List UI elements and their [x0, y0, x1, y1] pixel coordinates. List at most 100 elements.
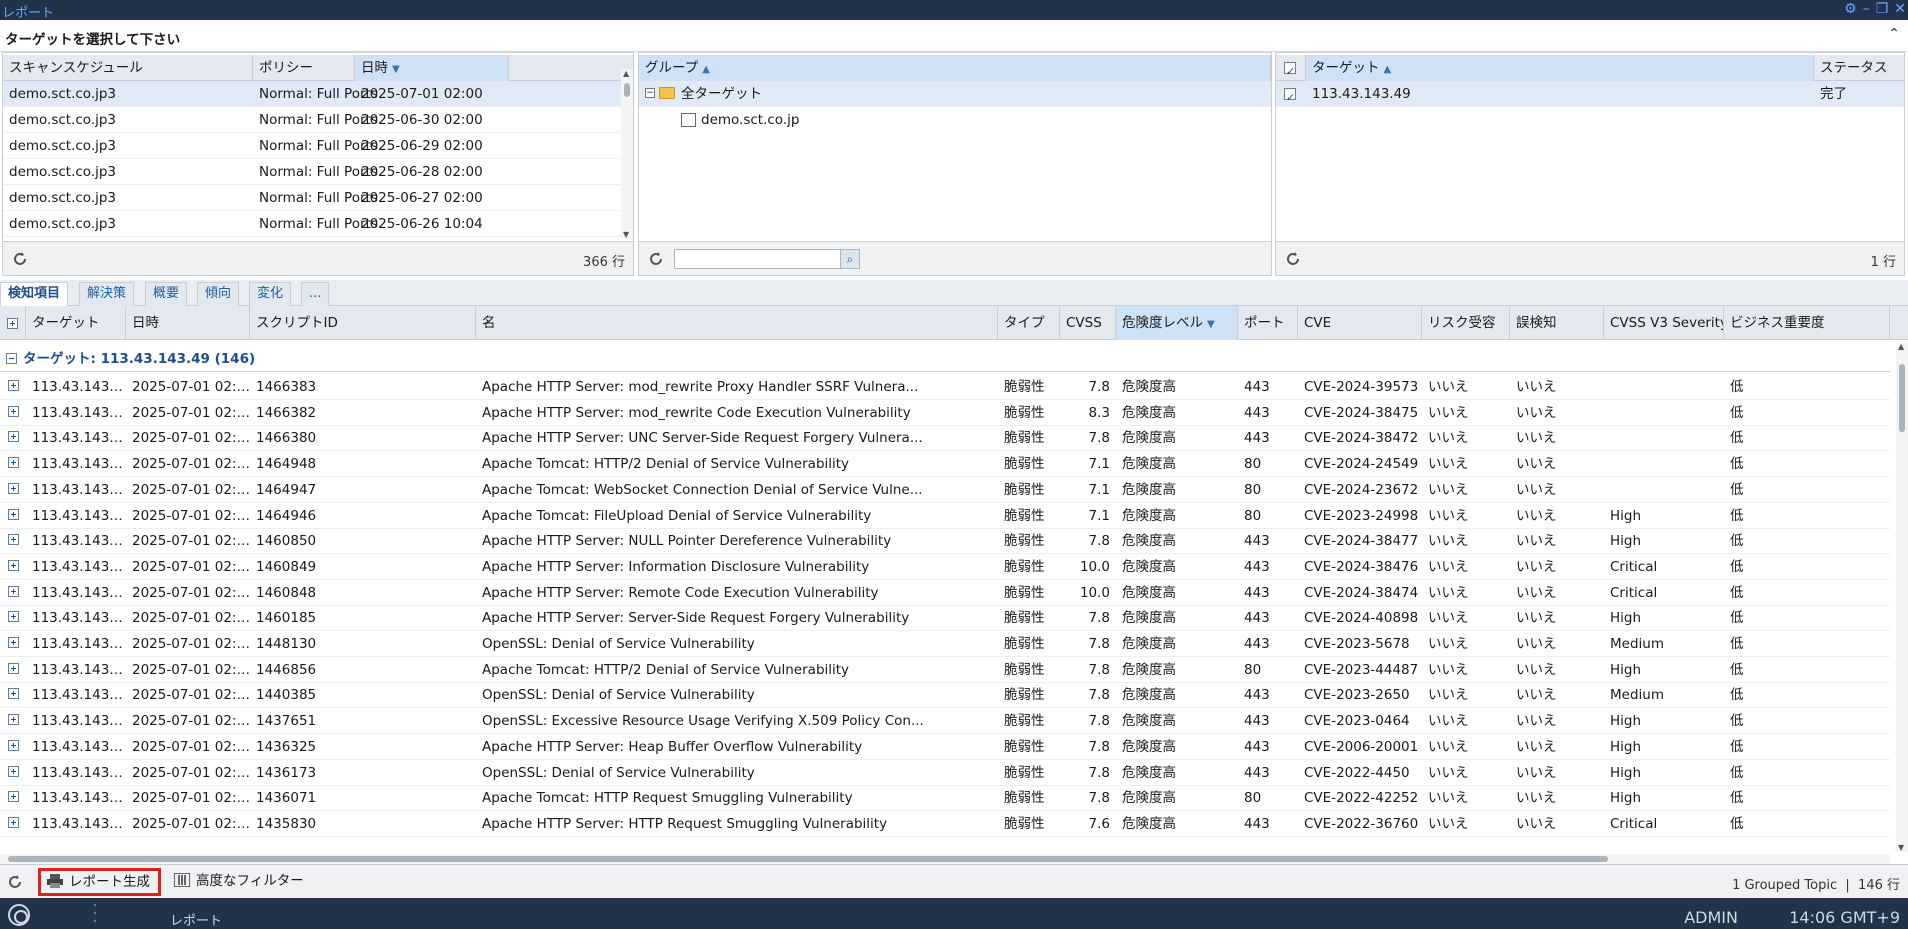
col-datetime[interactable]: 日時	[126, 306, 250, 340]
schedule-row[interactable]: demo.sct.co.jp3 Normal: Full Ports 2025-06…	[3, 159, 621, 185]
row-expand-icon[interactable]	[1, 785, 19, 811]
row-expand-icon[interactable]	[1, 503, 19, 529]
user-name[interactable]: ADMIN	[1684, 908, 1738, 927]
finding-row[interactable]: 113.43.143.49 2025-07-01 02:04 1464947 Apac…	[0, 477, 1890, 503]
row-expand-icon[interactable]	[1, 425, 19, 451]
schedule-row[interactable]: demo.sct.co.jp3 Normal: Full Ports 2025-07…	[3, 81, 621, 107]
schedule-row[interactable]: demo.sct.co.jp3 Normal: Full Ports 2025-06…	[3, 211, 621, 237]
group-collapse-icon[interactable]	[6, 353, 17, 364]
tab-summary[interactable]: 概要	[145, 282, 188, 306]
col-severity[interactable]: 危険度レベル ▼	[1116, 306, 1238, 340]
grid-scroll-thumb[interactable]	[1899, 364, 1905, 432]
scroll-down-icon[interactable]: ▼	[1898, 843, 1904, 852]
finding-row[interactable]: 113.43.143.49 2025-07-01 02:04 1436071 Apac…	[0, 785, 1890, 812]
finding-row[interactable]: 113.43.143.49 2025-07-01 02:04 1460849 Apac…	[0, 554, 1890, 580]
scroll-up-icon[interactable]: ▲	[1898, 342, 1904, 351]
refresh-icon[interactable]	[1284, 250, 1302, 268]
finding-row[interactable]: 113.43.143.49 2025-07-01 02:04 1466380 Apac…	[0, 425, 1890, 452]
finding-row[interactable]: 113.43.143.49 2025-07-01 02:04 1460850 Apac…	[0, 528, 1890, 555]
finding-row[interactable]: 113.43.143.49 2025-07-01 02:04 1436173 Open…	[0, 760, 1890, 786]
row-expand-icon[interactable]	[1, 605, 19, 631]
refresh-icon[interactable]	[6, 873, 24, 891]
col-false-positive[interactable]: 誤検知	[1510, 306, 1604, 340]
row-expand-icon[interactable]	[1, 631, 19, 657]
grid-hscrollbar[interactable]	[0, 854, 1890, 864]
minimize-icon[interactable]: –	[1863, 1, 1870, 17]
col-cvss[interactable]: CVSS	[1060, 306, 1116, 340]
row-expand-icon[interactable]	[1, 760, 19, 786]
col-schedule[interactable]: スキャンスケジュール	[3, 55, 253, 81]
row-expand-icon[interactable]	[1, 400, 19, 426]
finding-row[interactable]: 113.43.143.49 2025-07-01 02:04 1440385 Open…	[0, 682, 1890, 709]
finding-row[interactable]: 113.43.143.49 2025-07-01 02:04 1436325 Apac…	[0, 734, 1890, 760]
scroll-down-icon[interactable]: ▼	[623, 230, 629, 239]
current-module[interactable]: レポート	[170, 910, 222, 929]
row-expand-icon[interactable]	[1, 374, 19, 400]
schedule-row[interactable]: demo.sct.co.jp3 Normal: Full Ports 2025-06…	[3, 133, 621, 159]
tab-trends[interactable]: 傾向	[197, 282, 240, 306]
group-row[interactable]: ターゲット: 113.43.143.49 (146)	[0, 346, 1890, 372]
settings-icon[interactable]: ⚙	[1844, 1, 1857, 17]
tab-more[interactable]: ...	[301, 282, 330, 306]
row-expand-icon[interactable]	[1, 554, 19, 580]
row-expand-icon[interactable]	[1, 528, 19, 554]
row-expand-icon[interactable]	[1, 811, 19, 837]
advanced-filter-button[interactable]: 高度なフィルター	[168, 868, 312, 896]
finding-row[interactable]: 113.43.143.49 2025-07-01 02:04 1460848 Apac…	[0, 580, 1890, 606]
refresh-icon[interactable]	[11, 250, 29, 268]
col-datetime[interactable]: 日時 ▼	[355, 55, 509, 81]
row-expand-icon[interactable]	[1, 451, 19, 477]
finding-row[interactable]: 113.43.143.49 2025-07-01 02:04 1460185 Apac…	[0, 605, 1890, 632]
row-expand-icon[interactable]	[1, 734, 19, 760]
expand-all-icon[interactable]	[0, 306, 26, 340]
finding-row[interactable]: 113.43.143.49 2025-07-01 02:04 1437651 Open…	[0, 708, 1890, 735]
tab-changes[interactable]: 変化	[249, 282, 292, 306]
target-row-checkbox[interactable]	[1284, 81, 1296, 111]
col-target[interactable]: ターゲット	[26, 306, 126, 340]
grid-scrollbar[interactable]: ▲ ▼	[1896, 342, 1908, 852]
schedule-scrollbar[interactable]: ▲ ▼	[621, 69, 633, 239]
col-cvss3-severity[interactable]: CVSS V3 Severity	[1604, 306, 1724, 340]
col-status[interactable]: ステータス	[1814, 55, 1904, 81]
group-search-input[interactable]: ⌕	[674, 249, 860, 269]
more-vertical-icon[interactable]: · · ·	[92, 897, 98, 929]
col-group[interactable]: グループ ▲	[639, 55, 1271, 81]
search-icon[interactable]: ⌕	[840, 249, 860, 269]
col-type[interactable]: タイプ	[998, 306, 1060, 340]
col-port[interactable]: ポート	[1238, 306, 1298, 340]
group-root[interactable]: − 全ターゲット	[639, 81, 1271, 107]
row-expand-icon[interactable]	[1, 657, 19, 683]
col-target[interactable]: ターゲット ▲	[1306, 55, 1814, 81]
finding-row[interactable]: 113.43.143.49 2025-07-01 02:04 1446856 Apac…	[0, 657, 1890, 683]
tree-collapse-icon[interactable]: −	[645, 88, 655, 98]
row-expand-icon[interactable]	[1, 708, 19, 734]
schedule-row[interactable]: demo.sct.co.jp3 Normal: Full Ports 2025-06…	[3, 107, 621, 133]
col-cve[interactable]: CVE	[1298, 306, 1422, 340]
collapse-up-icon[interactable]: ⌃	[1888, 26, 1900, 42]
app-logo-icon[interactable]	[8, 904, 30, 926]
tab-solutions[interactable]: 解決策	[79, 282, 135, 306]
tab-findings[interactable]: 検知項目	[0, 282, 69, 306]
finding-row[interactable]: 113.43.143.49 2025-07-01 02:04 1448130 Open…	[0, 631, 1890, 657]
finding-row[interactable]: 113.43.143.49 2025-07-01 02:04 1464946 Apac…	[0, 503, 1890, 529]
finding-row[interactable]: 113.43.143.49 2025-07-01 02:04 1435830 Apac…	[0, 811, 1890, 837]
finding-row[interactable]: 113.43.143.49 2025-07-01 02:04 1466383 Apac…	[0, 374, 1890, 400]
row-expand-icon[interactable]	[1, 477, 19, 503]
col-name[interactable]: 名	[476, 306, 998, 340]
check-all-checkbox[interactable]	[1284, 59, 1296, 85]
restore-icon[interactable]: ❐	[1876, 1, 1889, 17]
generate-report-button[interactable]: レポート生成	[38, 868, 161, 896]
group-child[interactable]: demo.sct.co.jp	[639, 107, 1271, 133]
grid-hscroll-thumb[interactable]	[8, 856, 1608, 862]
close-icon[interactable]: ✕	[1894, 1, 1906, 17]
col-risk-accept[interactable]: リスク受容	[1422, 306, 1510, 340]
row-expand-icon[interactable]	[1, 682, 19, 708]
col-policy[interactable]: ポリシー	[253, 55, 355, 81]
col-business-priority[interactable]: ビジネス重要度	[1724, 306, 1890, 340]
schedule-scroll-thumb[interactable]	[624, 83, 630, 97]
scroll-up-icon[interactable]: ▲	[623, 69, 629, 78]
col-check-all[interactable]	[1276, 55, 1306, 85]
finding-row[interactable]: 113.43.143.49 2025-07-01 02:04 1466382 Apac…	[0, 400, 1890, 426]
target-row[interactable]: 113.43.143.49 完了	[1276, 81, 1904, 111]
row-expand-icon[interactable]	[1, 580, 19, 606]
